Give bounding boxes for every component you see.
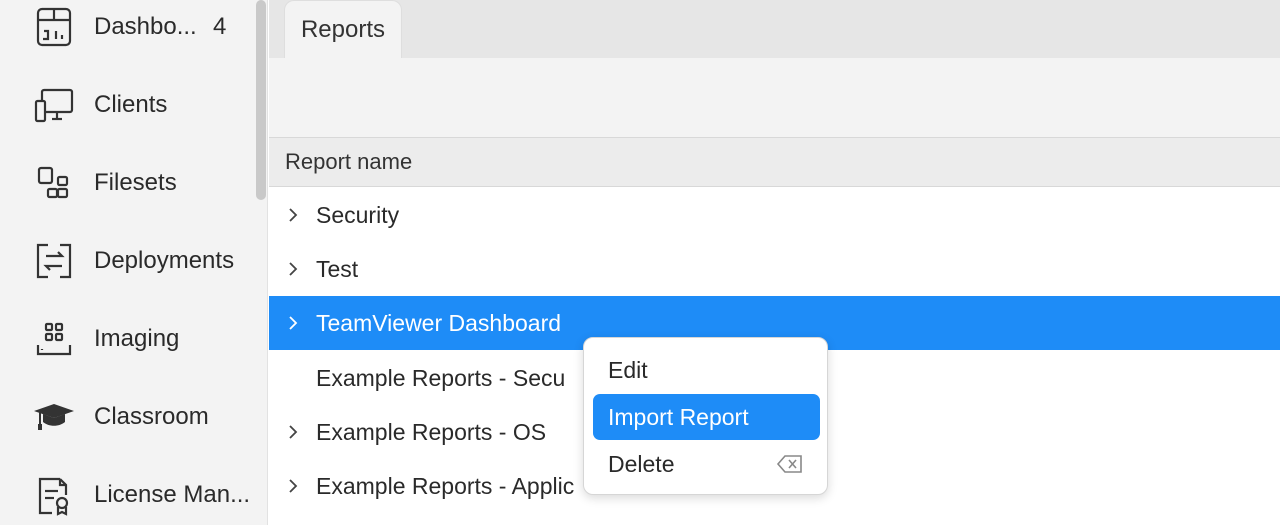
toolbar-area: [269, 58, 1280, 137]
notification-badge: 4: [213, 13, 227, 40]
clients-icon: [32, 83, 76, 127]
row-label: TeamViewer Dashboard: [316, 309, 562, 336]
license-icon: [32, 473, 76, 517]
chevron-right-icon[interactable]: [285, 205, 301, 225]
chevron-right-icon[interactable]: [285, 476, 301, 496]
row-label: Example Reports - Secu: [316, 364, 566, 391]
menu-item-import-report[interactable]: Import Report: [593, 394, 820, 440]
menu-item-label: Delete: [608, 450, 675, 477]
sidebar-item-dashboard[interactable]: Dashbo... 4: [0, 0, 256, 57]
table-row[interactable]: Test: [269, 242, 1280, 296]
context-menu: Edit Import Report Delete: [583, 337, 828, 495]
sidebar-item-label: License Man...: [94, 481, 251, 508]
sidebar-item-classroom[interactable]: Classroom: [0, 387, 256, 447]
sidebar-item-label: Classroom: [94, 403, 209, 430]
row-label: Example Reports - Applic: [316, 472, 575, 499]
sidebar-item-clients[interactable]: Clients: [0, 75, 256, 135]
sidebar-item-license[interactable]: License Man...: [0, 465, 256, 525]
chevron-right-icon[interactable]: [285, 422, 301, 442]
row-label: Security: [316, 201, 400, 228]
sidebar: Dashbo... 4 Clients Filesets Deployments…: [0, 0, 268, 525]
menu-item-delete[interactable]: Delete: [593, 441, 820, 487]
dashboard-icon: [32, 5, 76, 49]
filesets-icon: [32, 161, 76, 205]
delete-key-icon: [776, 453, 804, 475]
chevron-right-icon[interactable]: [285, 313, 301, 333]
sidebar-item-imaging[interactable]: Imaging: [0, 309, 256, 369]
sidebar-item-label: Dashbo...: [94, 13, 197, 40]
row-label: Example Reports - OS: [316, 418, 547, 445]
chevron-right-icon[interactable]: [285, 259, 301, 279]
sidebar-item-label: Clients: [94, 91, 168, 118]
row-label: Test: [316, 255, 359, 282]
tab-bar: Reports: [269, 0, 1280, 58]
sidebar-item-filesets[interactable]: Filesets: [0, 153, 256, 213]
imaging-icon: [32, 317, 76, 361]
table-row[interactable]: Security: [269, 188, 1280, 242]
deployments-icon: [32, 239, 76, 283]
sidebar-item-label: Filesets: [94, 169, 177, 196]
sidebar-item-label: Deployments: [94, 247, 235, 274]
sidebar-item-label: Imaging: [94, 325, 180, 352]
sidebar-item-deployments[interactable]: Deployments: [0, 231, 256, 291]
sidebar-scrollbar[interactable]: [256, 0, 266, 200]
menu-item-edit[interactable]: Edit: [593, 347, 820, 393]
tab-reports[interactable]: Reports: [284, 0, 402, 58]
column-header-report-name[interactable]: Report name: [269, 137, 1280, 187]
classroom-icon: [32, 395, 76, 439]
